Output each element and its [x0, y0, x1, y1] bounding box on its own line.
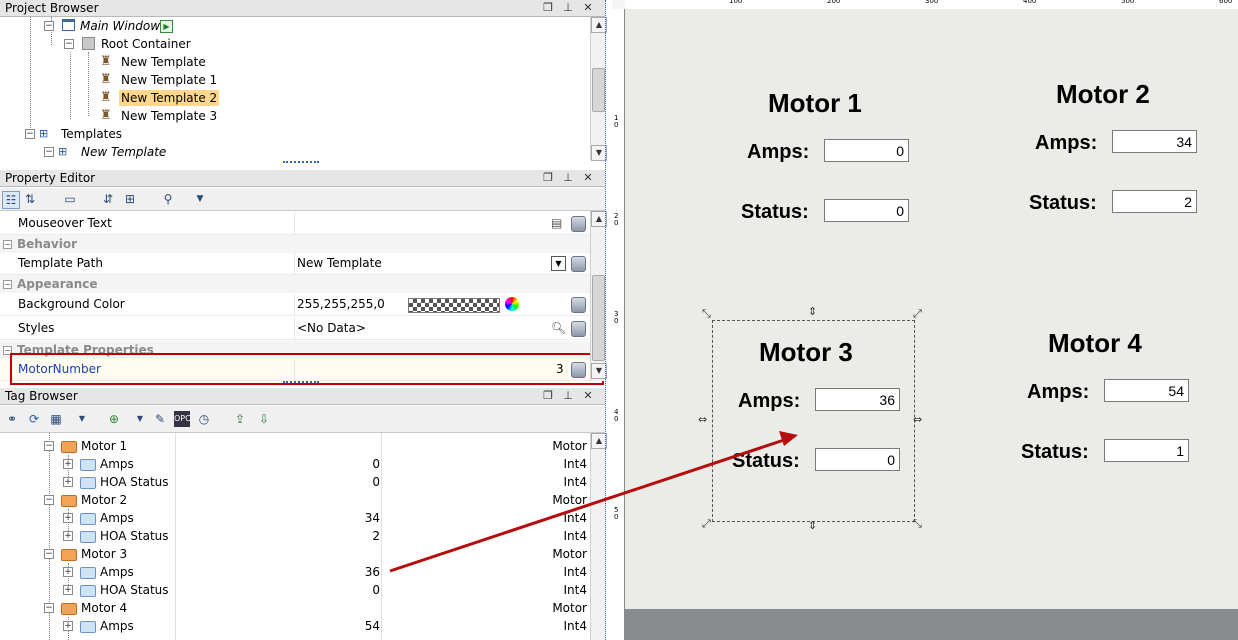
annotation-arrow [389, 431, 798, 573]
